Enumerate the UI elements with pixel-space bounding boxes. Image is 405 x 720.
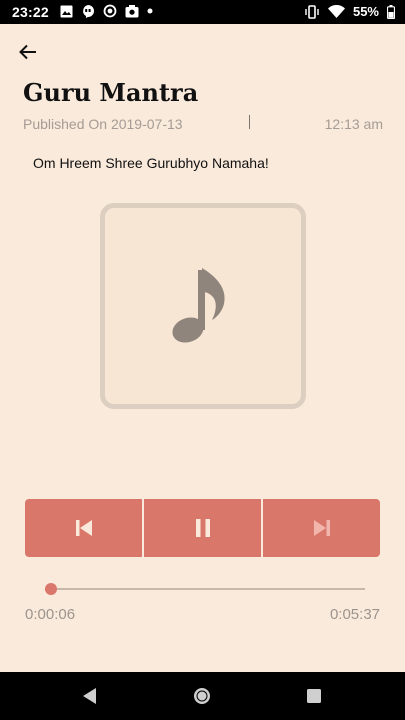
progress-track[interactable] <box>44 583 365 595</box>
dot-icon <box>147 8 153 14</box>
nav-recents-button[interactable] <box>302 684 326 708</box>
album-artwork <box>100 203 306 409</box>
square-recents-icon <box>307 689 321 703</box>
sync-icon <box>103 4 117 18</box>
status-notification-icons <box>60 4 153 18</box>
vibrate-icon <box>305 4 319 19</box>
music-note-icon <box>172 268 225 343</box>
circle-home-icon <box>194 688 210 704</box>
previous-button[interactable] <box>25 499 142 557</box>
battery-percentage: 55% <box>352 4 379 19</box>
image-icon <box>60 5 73 17</box>
elapsed-time: 0:00:06 <box>25 606 76 623</box>
meta-divider <box>249 115 250 129</box>
hangouts-icon <box>83 5 94 18</box>
next-button[interactable] <box>263 499 380 557</box>
playback-controls <box>25 499 380 557</box>
camera-icon <box>125 4 139 17</box>
progress-thumb[interactable] <box>44 583 57 595</box>
meta-row: Published On 2019-07-13 12:13 am <box>23 115 383 134</box>
wifi-icon <box>327 5 345 18</box>
status-bar: 23:22 55% <box>0 0 405 24</box>
navigation-bar <box>0 672 405 720</box>
total-time: 0:05:37 <box>329 606 380 623</box>
page-title: Guru Mantra <box>23 78 199 107</box>
published-time: 12:13 am <box>324 116 383 132</box>
back-button[interactable] <box>14 38 42 66</box>
next-icon <box>313 520 330 536</box>
triangle-back-icon <box>83 688 96 704</box>
pause-icon <box>195 519 210 537</box>
nav-back-button[interactable] <box>77 684 101 708</box>
arrow-left-icon <box>19 44 36 60</box>
track-subtitle: Om Hreem Shree Gurubhyo Namaha! <box>33 155 269 171</box>
published-date: Published On 2019-07-13 <box>23 116 183 132</box>
previous-icon <box>75 520 92 536</box>
pause-button[interactable] <box>144 499 261 557</box>
status-time: 23:22 <box>12 4 49 20</box>
nav-home-button[interactable] <box>190 684 214 708</box>
status-system-icons: 55% <box>304 4 395 19</box>
battery-icon <box>387 4 395 19</box>
